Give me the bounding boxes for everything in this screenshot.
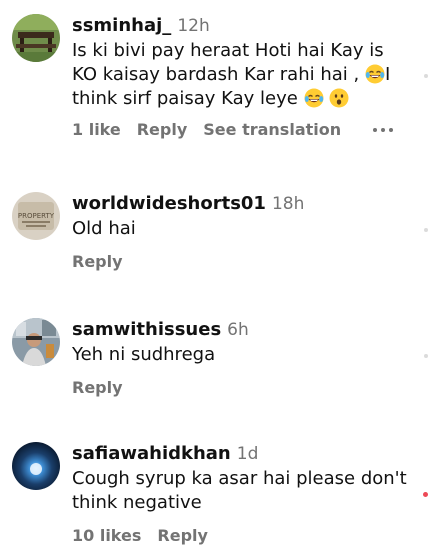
likes-count[interactable]: 10 likes (72, 526, 141, 545)
likes-count[interactable]: 1 like (72, 120, 121, 139)
comment-item: safiawahidkhan 1d Cough syrup ka asar hai… (0, 426, 428, 559)
comment-text: Is ki bivi pay heraat Hoti hai Kay is KO… (72, 39, 414, 111)
surprised-face-icon (329, 88, 349, 108)
reply-button[interactable]: Reply (72, 252, 123, 271)
liked-indicator (423, 492, 428, 497)
comment-item: samwithissues 6h Yeh ni sudhrega Reply (0, 300, 428, 426)
comment-item: ssminhaj_ 12h Is ki bivi pay heraat Hoti … (0, 0, 428, 170)
like-indicator (424, 228, 428, 232)
reply-button[interactable]: Reply (72, 378, 123, 397)
comment-text: Cough syrup ka asar hai please don't thi… (72, 468, 407, 513)
comment-time: 1d (236, 444, 259, 464)
comment-username[interactable]: ssminhaj_ (72, 15, 171, 36)
comment-text: Old hai (72, 218, 136, 239)
comment-username[interactable]: worldwideshorts01 (72, 193, 266, 214)
comment-text-part1: Is ki bivi pay heraat Hoti hai Kay is KO… (72, 40, 384, 85)
comment-time: 18h (271, 194, 305, 214)
like-indicator (424, 74, 428, 78)
like-indicator (424, 354, 428, 358)
face-with-tears-of-joy-icon (365, 64, 385, 84)
see-translation-button[interactable]: See translation (203, 120, 341, 139)
avatar[interactable] (12, 14, 60, 62)
comments-list: ssminhaj_ 12h Is ki bivi pay heraat Hoti … (0, 0, 428, 559)
comment-text: Yeh ni sudhrega (72, 344, 216, 365)
more-options-icon[interactable] (373, 127, 394, 132)
avatar[interactable] (12, 318, 60, 366)
reply-button[interactable]: Reply (157, 526, 208, 545)
avatar[interactable] (12, 442, 60, 490)
comment-username[interactable]: samwithissues (72, 319, 221, 340)
comment-username[interactable]: safiawahidkhan (72, 443, 231, 464)
svg-text:PROPERTY: PROPERTY (18, 212, 55, 220)
reply-button[interactable]: Reply (137, 120, 188, 139)
comment-item: PROPERTY worldwideshorts01 18h Old hai Re… (0, 170, 428, 300)
comment-time: 6h (227, 320, 249, 340)
avatar[interactable]: PROPERTY (12, 192, 60, 240)
comment-time: 12h (177, 16, 210, 36)
face-with-tears-of-joy-icon (304, 88, 324, 108)
